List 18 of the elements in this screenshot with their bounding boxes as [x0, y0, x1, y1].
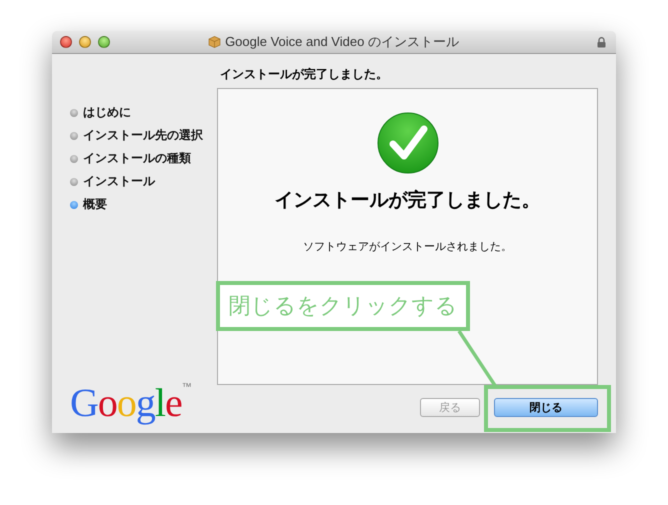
package-icon [208, 36, 222, 48]
completion-title: インストールが完了しました。 [274, 188, 540, 213]
page-heading: インストールが完了しました。 [219, 66, 389, 83]
logo: Google$^{™}$ [70, 383, 191, 423]
minimize-button[interactable] [79, 36, 91, 48]
step-label: 概要 [83, 196, 107, 213]
step-label: インストール [83, 173, 155, 190]
window-title: Google Voice and Video のインストール [225, 33, 459, 51]
completion-message: ソフトウェアがインストールされました。 [303, 240, 512, 254]
lock-icon [597, 36, 606, 48]
annotation-callout: 閉じるをクリックする [216, 281, 470, 331]
zoom-button[interactable] [98, 36, 110, 48]
dialog-button[interactable]: 閉じる [494, 398, 598, 417]
step-label: インストールの種類 [83, 150, 191, 167]
step-label: インストール先の選択 [83, 127, 203, 144]
step-label: はじめに [83, 104, 131, 121]
close-button[interactable] [60, 36, 72, 48]
checkmark-icon [376, 111, 440, 175]
